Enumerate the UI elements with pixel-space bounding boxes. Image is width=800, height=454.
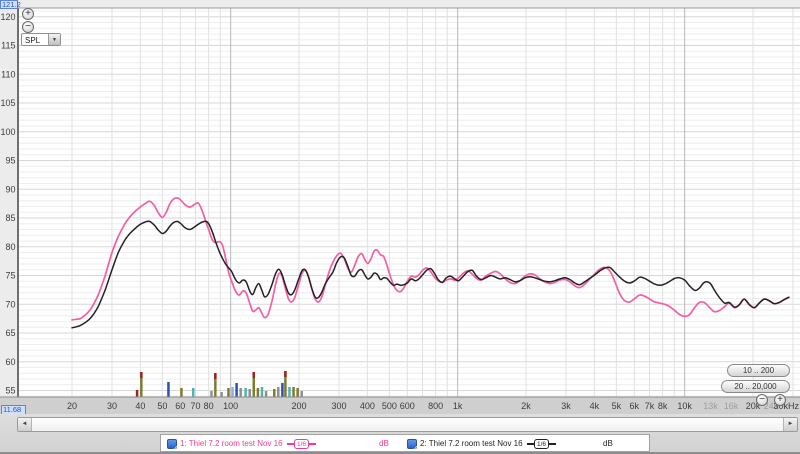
spl-frequency-chart: 20 30 40 50 60 70 80 100 200 300 400 500 600 800 1k 2k 3… (0, 0, 800, 414)
room-mode-bar (244, 388, 247, 397)
room-mode-bar (277, 387, 280, 397)
smoothing-filter-icon: 1/6 (294, 439, 310, 449)
trace-line-segment (309, 443, 317, 445)
y-tick-label: 100 (0, 127, 15, 137)
scrollbar-thumb[interactable] (32, 418, 783, 431)
y-tick-label: 105 (0, 98, 15, 108)
x-tick-label: 8k (658, 401, 668, 411)
trace-2-unit: dB (603, 439, 613, 448)
x-zoom-out-button[interactable]: − (756, 394, 768, 406)
trace-line-segment (527, 443, 534, 445)
room-mode-bar (191, 388, 195, 397)
room-mode-bar (264, 391, 268, 397)
scroll-left-icon[interactable]: ◄ (18, 418, 32, 431)
room-mode-bar (260, 387, 264, 397)
scroll-right-icon[interactable]: ► (783, 418, 797, 431)
y-axis-max-field[interactable]: 121.2 (0, 0, 21, 9)
smoothing-filter-icon: 1/6 (534, 439, 550, 449)
y-zoom-out-button[interactable]: − (22, 21, 34, 33)
x-tick-label: 300 (331, 401, 346, 411)
y-tick-label: 55 (5, 386, 15, 396)
trace-line-segment (287, 443, 294, 445)
x-tick-label: 1k (453, 401, 463, 411)
x-tick-label: 600 (400, 401, 415, 411)
x-tick-label: 30 (107, 401, 117, 411)
x-tick-label: 800 (428, 401, 443, 411)
room-mode-bar (167, 382, 170, 397)
room-mode-bar (281, 383, 284, 397)
x-tick-label: 3k (561, 401, 571, 411)
trace-2-label[interactable]: 2: Thiel 7.2 room test Nov 16 (420, 439, 523, 448)
room-mode-bar (180, 388, 183, 397)
x-tick-label: 16k (724, 401, 739, 411)
x-tick-label: 40 (135, 401, 145, 411)
y-tick-label: 80 (5, 242, 15, 252)
room-mode-bar (292, 387, 295, 397)
trace-1-checkbox[interactable]: ✓ (167, 438, 179, 453)
trace-2-checkbox[interactable]: ✓ (407, 438, 419, 453)
y-tick-label: 115 (1, 41, 15, 51)
y-tick-label: 85 (5, 213, 15, 223)
y-tick-label: 60 (5, 357, 15, 367)
trace-1-label[interactable]: 1: Thiel 7.2 room test Nov 16 (180, 439, 283, 448)
minus-icon: − (25, 21, 31, 32)
plus-icon: + (777, 394, 783, 405)
y-tick-label: 110 (1, 69, 15, 79)
y-tick-label: 75 (5, 271, 15, 281)
room-mode-bar (227, 388, 230, 397)
x-tick-label: 7k (645, 401, 655, 411)
x-zoom-in-button[interactable]: + (774, 394, 786, 406)
room-mode-bar (300, 391, 303, 397)
freq-range-20-20000-button[interactable]: 20 .. 20,000 (721, 380, 790, 393)
x-tick-label: 500 (382, 401, 397, 411)
trace-1-unit: dB (379, 439, 389, 448)
chart-svg: 20 30 40 50 60 70 80 100 200 300 400 500 600 800 1k 2k 3… (0, 0, 800, 414)
room-mode-bar (220, 392, 223, 397)
y-tick-label: 90 (5, 184, 15, 194)
trace-2-smoothing-filter[interactable]: 1/6 (527, 438, 557, 450)
room-mode-bar (273, 389, 276, 397)
room-mode-bar (248, 389, 251, 397)
x-tick-label: 2k (521, 401, 531, 411)
room-mode-bar (231, 387, 234, 397)
check-icon: ✓ (172, 443, 179, 453)
trace-1-smoothing-filter[interactable]: 1/6 (287, 438, 317, 450)
x-tick-label: 80 (204, 401, 214, 411)
x-tick-label: 5k (612, 401, 622, 411)
x-tick-label: 4k (590, 401, 600, 411)
measurement-app-window: 20 30 40 50 60 70 80 100 200 300 400 500 600 800 1k 2k 3… (0, 0, 800, 454)
y-tick-label: 95 (5, 156, 15, 166)
check-icon: ✓ (412, 443, 419, 453)
graph-type-dropdown[interactable]: SPL ▼ (21, 33, 61, 46)
x-tick-label: 70 (190, 401, 200, 411)
room-mode-bar (210, 391, 213, 397)
room-mode-bar (256, 388, 260, 397)
y-tick-label: 65 (5, 328, 15, 338)
freq-range-10-200-button[interactable]: 10 .. 200 (727, 364, 790, 377)
x-tick-label: 6k (630, 401, 640, 411)
minus-icon: − (759, 394, 765, 405)
chevron-down-icon: ▼ (48, 34, 60, 45)
trace-line-segment (549, 443, 557, 445)
y-zoom-in-button[interactable]: + (22, 8, 34, 20)
x-tick-label: 10k (677, 401, 692, 411)
x-tick-label: 100 (223, 401, 238, 411)
x-tick-label: 60 (175, 401, 185, 411)
room-mode-bar (239, 388, 242, 397)
x-tick-label: 50 (157, 401, 167, 411)
room-mode-bar (296, 388, 299, 397)
room-mode-bar (288, 387, 291, 397)
x-tick-label: 13k (703, 401, 718, 411)
room-mode-bar (135, 390, 139, 397)
horizontal-scrollbar[interactable]: ◄ ► (17, 417, 798, 432)
x-tick-label: 400 (360, 401, 375, 411)
y-tick-label: 120 (0, 12, 15, 22)
x-tick-label: 200 (291, 401, 306, 411)
trace-legend-bar: ✓ 1: Thiel 7.2 room test Nov 16 1/6 dB ✓… (160, 434, 650, 453)
x-tick-label: 20 (67, 401, 77, 411)
room-mode-bar (235, 383, 238, 397)
plus-icon: + (25, 8, 31, 19)
graph-type-value: SPL (25, 36, 41, 45)
y-tick-label: 70 (5, 299, 15, 309)
